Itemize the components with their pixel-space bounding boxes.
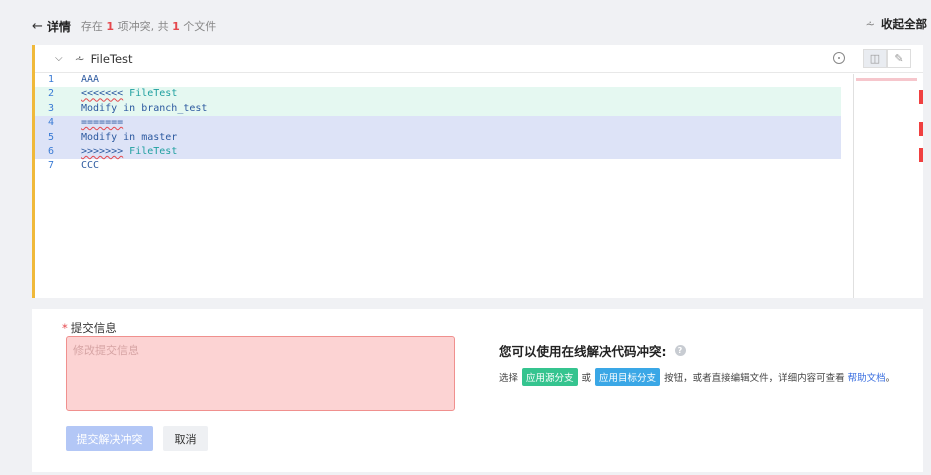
help-icon[interactable]: ?: [674, 345, 686, 356]
submit-resolve-button[interactable]: 提交解决冲突: [66, 426, 153, 451]
commit-message-label: * 提交信息: [62, 321, 117, 335]
code-line-target: 5 Modify in master: [35, 130, 841, 145]
code-line-source: 3 Modify in branch_test: [35, 101, 841, 117]
commit-message-input[interactable]: [66, 336, 455, 411]
conflict-summary: 存在 1 项冲突, 共 1 个文件: [80, 20, 217, 33]
back-link[interactable]: ← 详情: [32, 18, 71, 35]
commit-form: *提交信息 提交解决冲突 取消 您可以使用在线解决代码冲突: ? 选择 应用源分…: [32, 309, 923, 472]
minimap-conflict-mark: [919, 122, 923, 136]
conflict-marker: >>>>>>>: [81, 145, 124, 157]
code-line: 7 CCC: [47, 160, 100, 172]
file-count: 1: [172, 20, 180, 33]
conflict-count: 1: [106, 20, 115, 33]
help-description: 选择 应用源分支 或 应用目标分支 按钮，或者直接编辑文件，详细内容可查看 帮助…: [499, 368, 895, 386]
code-line: 1 AAA: [47, 74, 100, 85]
code-area[interactable]: 1 AAA 2 <<<<<<< FileTest 3 Modify in bra…: [35, 73, 923, 174]
file-header: ⌵ ⩪ FileTest ◫ ✎: [35, 45, 923, 73]
fold-icon: ⩪: [865, 17, 875, 31]
back-arrow-icon[interactable]: ←: [32, 19, 43, 34]
collapse-all-button[interactable]: ⩪ 收起全部: [865, 16, 927, 32]
conflict-marker: =======: [81, 117, 124, 129]
view-toggle: ◫ ✎: [863, 49, 911, 68]
conflict-editor: ⌵ ⩪ FileTest ◫ ✎ 1 AAA 2 <<<<<<< FileTes…: [32, 45, 923, 298]
fold-icon: ⩪: [74, 51, 85, 66]
minimap-conflict-mark: [919, 148, 923, 162]
page-title: 详情: [46, 19, 71, 34]
minimap-conflict-strip: [856, 78, 917, 81]
apply-target-tag: 应用目标分支: [595, 368, 661, 386]
split-view-icon[interactable]: ◫: [863, 49, 887, 68]
file-name: FileTest: [90, 51, 133, 66]
code-line-target: 4 =======: [35, 116, 841, 131]
target-icon[interactable]: [833, 52, 845, 64]
chevron-down-icon[interactable]: ⌵: [55, 53, 63, 64]
page-header: ← 详情 存在 1 项冲突, 共 1 个文件 ⩪ 收起全部: [32, 16, 927, 36]
cancel-button[interactable]: 取消: [163, 426, 208, 451]
edit-icon[interactable]: ✎: [887, 49, 911, 68]
minimap-conflict-mark: [919, 90, 923, 104]
conflict-marker: <<<<<<<: [81, 88, 124, 100]
help-doc-link[interactable]: 帮助文档: [848, 370, 886, 384]
code-line-target: 6 >>>>>>> FileTest: [35, 144, 841, 160]
apply-source-tag: 应用源分支: [522, 368, 578, 386]
minimap[interactable]: [853, 74, 923, 298]
help-title: 您可以使用在线解决代码冲突: ?: [499, 341, 686, 360]
code-line-source: 2 <<<<<<< FileTest: [35, 87, 841, 102]
